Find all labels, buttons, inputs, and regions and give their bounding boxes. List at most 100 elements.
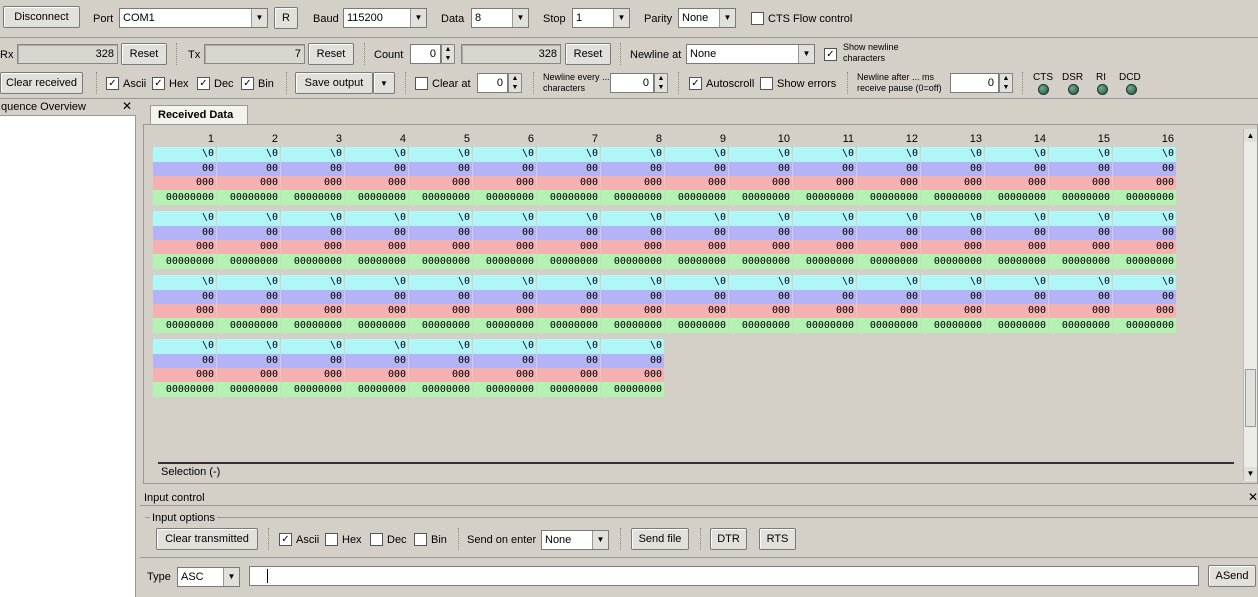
newline-after-input[interactable]: 0 [950,73,999,93]
data-cell-hex[interactable]: 00 [537,162,600,176]
data-cell-hex[interactable]: 00 [729,162,792,176]
scroll-down-icon[interactable]: ▼ [1244,467,1257,480]
data-cell-ascii[interactable]: \0 [281,275,344,290]
data-cell-hex[interactable]: 00 [601,290,664,304]
data-cell-dec[interactable]: 000 [153,176,216,190]
data-cell-dec[interactable]: 000 [793,240,856,254]
data-cell-dec[interactable]: 000 [473,240,536,254]
data-cell-dec[interactable]: 000 [281,176,344,190]
data-cell-hex[interactable]: 00 [665,290,728,304]
data-cell-ascii[interactable]: \0 [281,339,344,354]
close-icon[interactable]: ✕ [122,99,132,113]
data-cell-dec[interactable]: 000 [921,304,984,318]
data-cell-hex[interactable]: 00 [345,162,408,176]
data-cell-ascii[interactable]: \0 [473,339,536,354]
scroll-thumb[interactable] [1245,369,1256,427]
count-reset-button[interactable]: Reset [565,43,611,65]
data-cell-dec[interactable]: 000 [345,304,408,318]
data-cell-hex[interactable]: 00 [217,162,280,176]
data-cell-hex[interactable]: 00 [473,162,536,176]
ascii-view-checkbox[interactable]: ✓ [106,77,119,90]
newline-at-select[interactable]: None ▼ [686,44,815,64]
data-cell-hex[interactable]: 00 [921,162,984,176]
data-cell-bin[interactable]: 00000000 [153,190,216,205]
data-cell-ascii[interactable]: \0 [537,275,600,290]
data-cell-bin[interactable]: 00000000 [1049,190,1112,205]
data-cell-hex[interactable]: 00 [153,226,216,240]
autoscroll-checkbox[interactable]: ✓ [689,77,702,90]
data-cell-hex[interactable]: 00 [1113,226,1176,240]
data-cell-dec[interactable]: 000 [345,176,408,190]
data-cell-bin[interactable]: 00000000 [345,190,408,205]
data-cell-hex[interactable]: 00 [601,162,664,176]
data-cell-bin[interactable]: 00000000 [857,190,920,205]
data-cell-bin[interactable]: 00000000 [153,318,216,333]
data-cell-bin[interactable]: 00000000 [217,382,280,397]
data-cell-bin[interactable]: 00000000 [921,190,984,205]
data-cell-ascii[interactable]: \0 [345,339,408,354]
input-hex-checkbox[interactable] [325,533,338,546]
data-cell-dec[interactable]: 000 [473,304,536,318]
data-cell-dec[interactable]: 000 [985,176,1048,190]
data-cell-bin[interactable]: 00000000 [409,318,472,333]
data-cell-bin[interactable]: 00000000 [473,382,536,397]
data-cell-ascii[interactable]: \0 [985,275,1048,290]
data-cell-ascii[interactable]: \0 [857,147,920,162]
data-cell-dec[interactable]: 000 [601,368,664,382]
data-cell-bin[interactable]: 00000000 [217,190,280,205]
data-cell-dec[interactable]: 000 [729,240,792,254]
data-cell-hex[interactable]: 00 [281,354,344,368]
data-cell-hex[interactable]: 00 [153,162,216,176]
count-stepper[interactable]: ▲ ▼ [441,44,455,64]
data-cell-ascii[interactable]: \0 [793,211,856,226]
input-ascii-checkbox[interactable]: ✓ [279,533,292,546]
data-cell-ascii[interactable]: \0 [409,339,472,354]
send-text-input[interactable] [249,566,1199,586]
data-cell-bin[interactable]: 00000000 [857,318,920,333]
data-cell-bin[interactable]: 00000000 [985,318,1048,333]
data-cell-ascii[interactable]: \0 [345,147,408,162]
data-cell-hex[interactable]: 00 [1113,290,1176,304]
data-cell-hex[interactable]: 00 [857,290,920,304]
data-cell-dec[interactable]: 000 [409,304,472,318]
data-cell-hex[interactable]: 00 [217,290,280,304]
data-cell-dec[interactable]: 000 [537,240,600,254]
data-cell-bin[interactable]: 00000000 [473,190,536,205]
data-cell-ascii[interactable]: \0 [793,275,856,290]
data-cell-dec[interactable]: 000 [409,240,472,254]
data-cell-hex[interactable]: 00 [153,290,216,304]
data-cell-ascii[interactable]: \0 [409,275,472,290]
data-cell-dec[interactable]: 000 [409,176,472,190]
data-cell-bin[interactable]: 00000000 [281,318,344,333]
data-cell-dec[interactable]: 000 [281,240,344,254]
data-cell-bin[interactable]: 00000000 [537,254,600,269]
data-cell-dec[interactable]: 000 [1113,240,1176,254]
data-cell-ascii[interactable]: \0 [345,211,408,226]
stop-bits-select[interactable]: 1 ▼ [572,8,630,28]
data-cell-bin[interactable]: 00000000 [793,254,856,269]
data-cell-hex[interactable]: 00 [1113,162,1176,176]
data-cell-ascii[interactable]: \0 [985,147,1048,162]
parity-select[interactable]: None ▼ [678,8,736,28]
data-cell-hex[interactable]: 00 [1049,162,1112,176]
data-cell-bin[interactable]: 00000000 [1113,190,1176,205]
data-cell-dec[interactable]: 000 [857,240,920,254]
data-cell-bin[interactable]: 00000000 [1049,254,1112,269]
data-cell-hex[interactable]: 00 [537,354,600,368]
data-cell-ascii[interactable]: \0 [473,275,536,290]
data-cell-bin[interactable]: 00000000 [473,318,536,333]
data-cell-dec[interactable]: 000 [601,304,664,318]
data-cell-hex[interactable]: 00 [921,290,984,304]
data-cell-bin[interactable]: 00000000 [281,254,344,269]
data-cell-ascii[interactable]: \0 [601,339,664,354]
data-cell-ascii[interactable]: \0 [921,147,984,162]
data-cell-ascii[interactable]: \0 [409,211,472,226]
data-cell-dec[interactable]: 000 [729,176,792,190]
data-cell-hex[interactable]: 00 [345,354,408,368]
data-cell-dec[interactable]: 000 [857,304,920,318]
data-cell-hex[interactable]: 00 [665,226,728,240]
data-cell-dec[interactable]: 000 [1113,304,1176,318]
data-cell-dec[interactable]: 000 [1049,176,1112,190]
data-cell-hex[interactable]: 00 [217,226,280,240]
data-cell-hex[interactable]: 00 [281,162,344,176]
